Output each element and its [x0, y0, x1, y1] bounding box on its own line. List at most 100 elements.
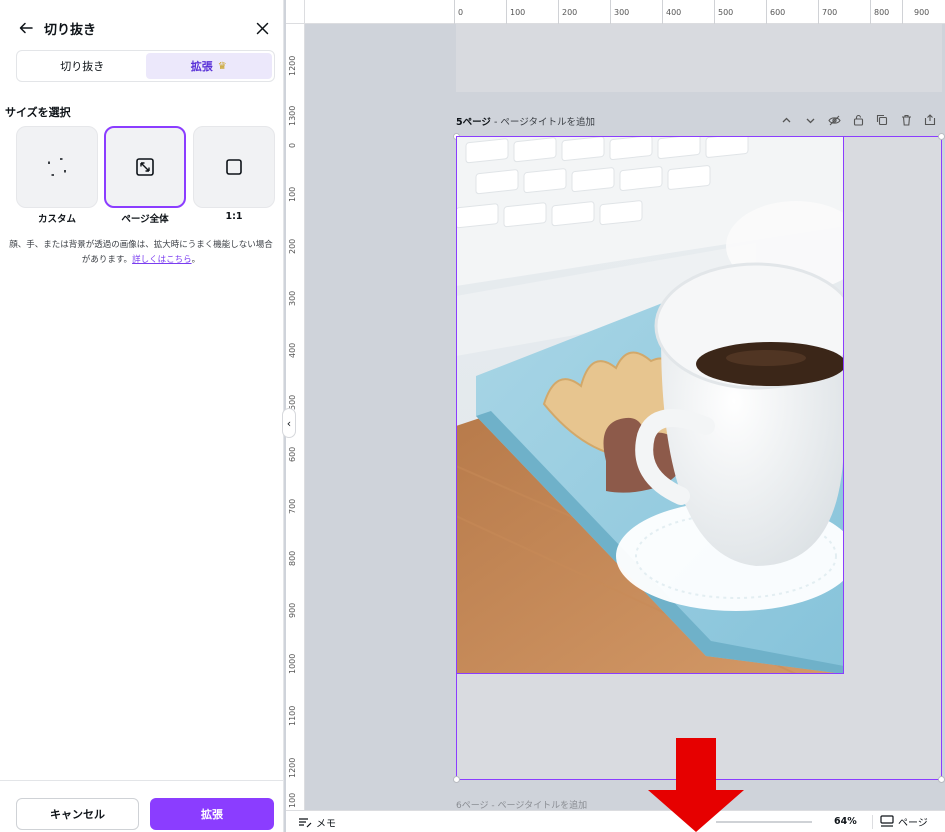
ruler-tick: 500: [718, 8, 734, 17]
delete-page-button[interactable]: [898, 112, 914, 128]
expand-page-icon: [136, 158, 154, 176]
resize-handle[interactable]: [938, 776, 945, 783]
option-full-page-label: ページ全体: [121, 214, 169, 225]
coffee-photo[interactable]: [456, 136, 844, 674]
ruler-vtick: 400: [288, 342, 297, 358]
tab-expand-label: 拡張: [190, 60, 213, 73]
ruler-mark: [454, 0, 455, 24]
ruler-tick: 300: [614, 8, 630, 17]
ruler-tick: 800: [874, 8, 890, 17]
ruler-corner: [286, 0, 305, 24]
ruler-vtick: 100: [288, 792, 297, 808]
tab-expand[interactable]: 拡張 ♛: [145, 53, 272, 79]
page-title[interactable]: 5ページ - ページタイトルを追加: [456, 114, 595, 128]
page-header: 5ページ - ページタイトルを追加: [456, 114, 942, 132]
ruler-vtick: 600: [288, 446, 297, 462]
ruler-tick: 700: [822, 8, 838, 17]
close-icon: [256, 22, 268, 34]
trash-icon: [901, 114, 911, 126]
option-custom[interactable]: [16, 126, 98, 208]
ruler-vtick: 200: [288, 238, 297, 254]
resize-handle[interactable]: [938, 133, 945, 140]
ruler-vtick: 900: [288, 602, 297, 618]
lock-page-button[interactable]: [850, 112, 866, 128]
duplicate-page-button[interactable]: [874, 112, 890, 128]
ruler-mark: [766, 0, 767, 24]
arrow-left-icon: [19, 22, 33, 34]
add-page-icon: [924, 114, 936, 126]
chevron-down-icon: [806, 118, 814, 123]
zoom-value[interactable]: 64%: [834, 816, 857, 827]
ruler-mark: [870, 0, 871, 24]
ruler-tick: 0: [458, 8, 464, 17]
duplicate-icon: [876, 114, 888, 126]
ruler-mark: [818, 0, 819, 24]
close-button[interactable]: [250, 16, 274, 40]
chevron-left-icon: ‹: [286, 416, 292, 430]
bottom-bar: メモ 64% ページ: [286, 810, 945, 832]
notes-icon: [299, 818, 312, 828]
ruler-vtick: 700: [288, 498, 297, 514]
ruler-vtick: 1000: [288, 653, 297, 674]
tab-crop-label: 切り抜き: [60, 60, 105, 73]
page-number: 5ページ: [456, 117, 491, 128]
panel-title: 切り抜き: [44, 23, 97, 38]
divider: [872, 815, 873, 829]
square-icon: [226, 159, 242, 175]
ruler-tick: 100: [510, 8, 526, 17]
ruler-tick: 900: [914, 8, 930, 17]
ruler-vtick: 100: [288, 186, 297, 202]
coffee-cookies-image: [456, 136, 844, 674]
ruler-mark: [714, 0, 715, 24]
hint-period: 。: [191, 255, 201, 265]
ruler-mark: [558, 0, 559, 24]
hide-page-button[interactable]: [826, 112, 842, 128]
panel-footer: キャンセル 拡張: [0, 780, 284, 832]
page-actions: [778, 112, 938, 128]
pages-label: ページ: [898, 818, 928, 829]
ruler-vtick: 1200: [288, 757, 297, 778]
ruler-vtick: 300: [288, 290, 297, 306]
ruler-vtick: 800: [288, 550, 297, 566]
option-square[interactable]: [193, 126, 275, 208]
panel-header: 切り抜き: [0, 0, 284, 56]
option-custom-label: カスタム: [37, 214, 76, 225]
pages-button[interactable]: ページ: [880, 814, 928, 829]
lock-icon: [853, 114, 863, 126]
move-up-button[interactable]: [778, 112, 794, 128]
back-button[interactable]: [14, 16, 38, 40]
size-section-title: サイズを選択: [5, 106, 71, 119]
memo-label: メモ: [316, 819, 336, 830]
ruler-mark: [902, 0, 903, 24]
chevron-up-icon: [782, 117, 790, 122]
eye-off-icon: [827, 115, 841, 125]
expand-hint: 顔、手、または背景が透過の画像は、拡大時にうまく機能しない場合があります。詳しく…: [6, 238, 276, 268]
edit-panel: 切り抜き 切り抜き 拡張 ♛ サイズを選択 カスタム ページ全体 1:1 顔、手、…: [0, 0, 284, 832]
crown-icon: ♛: [217, 60, 227, 72]
red-arrow-annotation: [648, 738, 744, 832]
custom-corners-icon: [48, 158, 66, 176]
pages-icon: [880, 815, 894, 827]
expand-button[interactable]: 拡張: [150, 798, 274, 830]
ruler-vtick: 1200: [288, 55, 297, 76]
cancel-button[interactable]: キャンセル: [16, 798, 139, 830]
ruler-tick: 400: [666, 8, 682, 17]
ruler-tick: 200: [562, 8, 578, 17]
move-down-button[interactable]: [802, 112, 818, 128]
ruler-top: 0 100 200 300 400 500 600 700 800 900: [305, 0, 945, 24]
learn-more-link[interactable]: 詳しくはこちら: [132, 255, 192, 265]
option-square-label: 1:1: [225, 211, 243, 222]
ruler-mark: [506, 0, 507, 24]
page-title-placeholder: ページタイトルを追加: [500, 117, 596, 128]
memo-button[interactable]: メモ: [298, 815, 336, 830]
previous-page[interactable]: [456, 24, 942, 92]
add-page-button[interactable]: [922, 112, 938, 128]
ruler-vtick: 0: [288, 142, 297, 148]
mode-toggle: 切り抜き 拡張 ♛: [16, 50, 275, 82]
resize-handle[interactable]: [453, 776, 460, 783]
ruler-tick: 600: [770, 8, 786, 17]
tab-crop[interactable]: 切り抜き: [19, 53, 146, 79]
ruler-vtick: 1300: [288, 105, 297, 126]
option-full-page[interactable]: [104, 126, 186, 208]
collapse-panel-handle[interactable]: ‹: [282, 408, 296, 438]
